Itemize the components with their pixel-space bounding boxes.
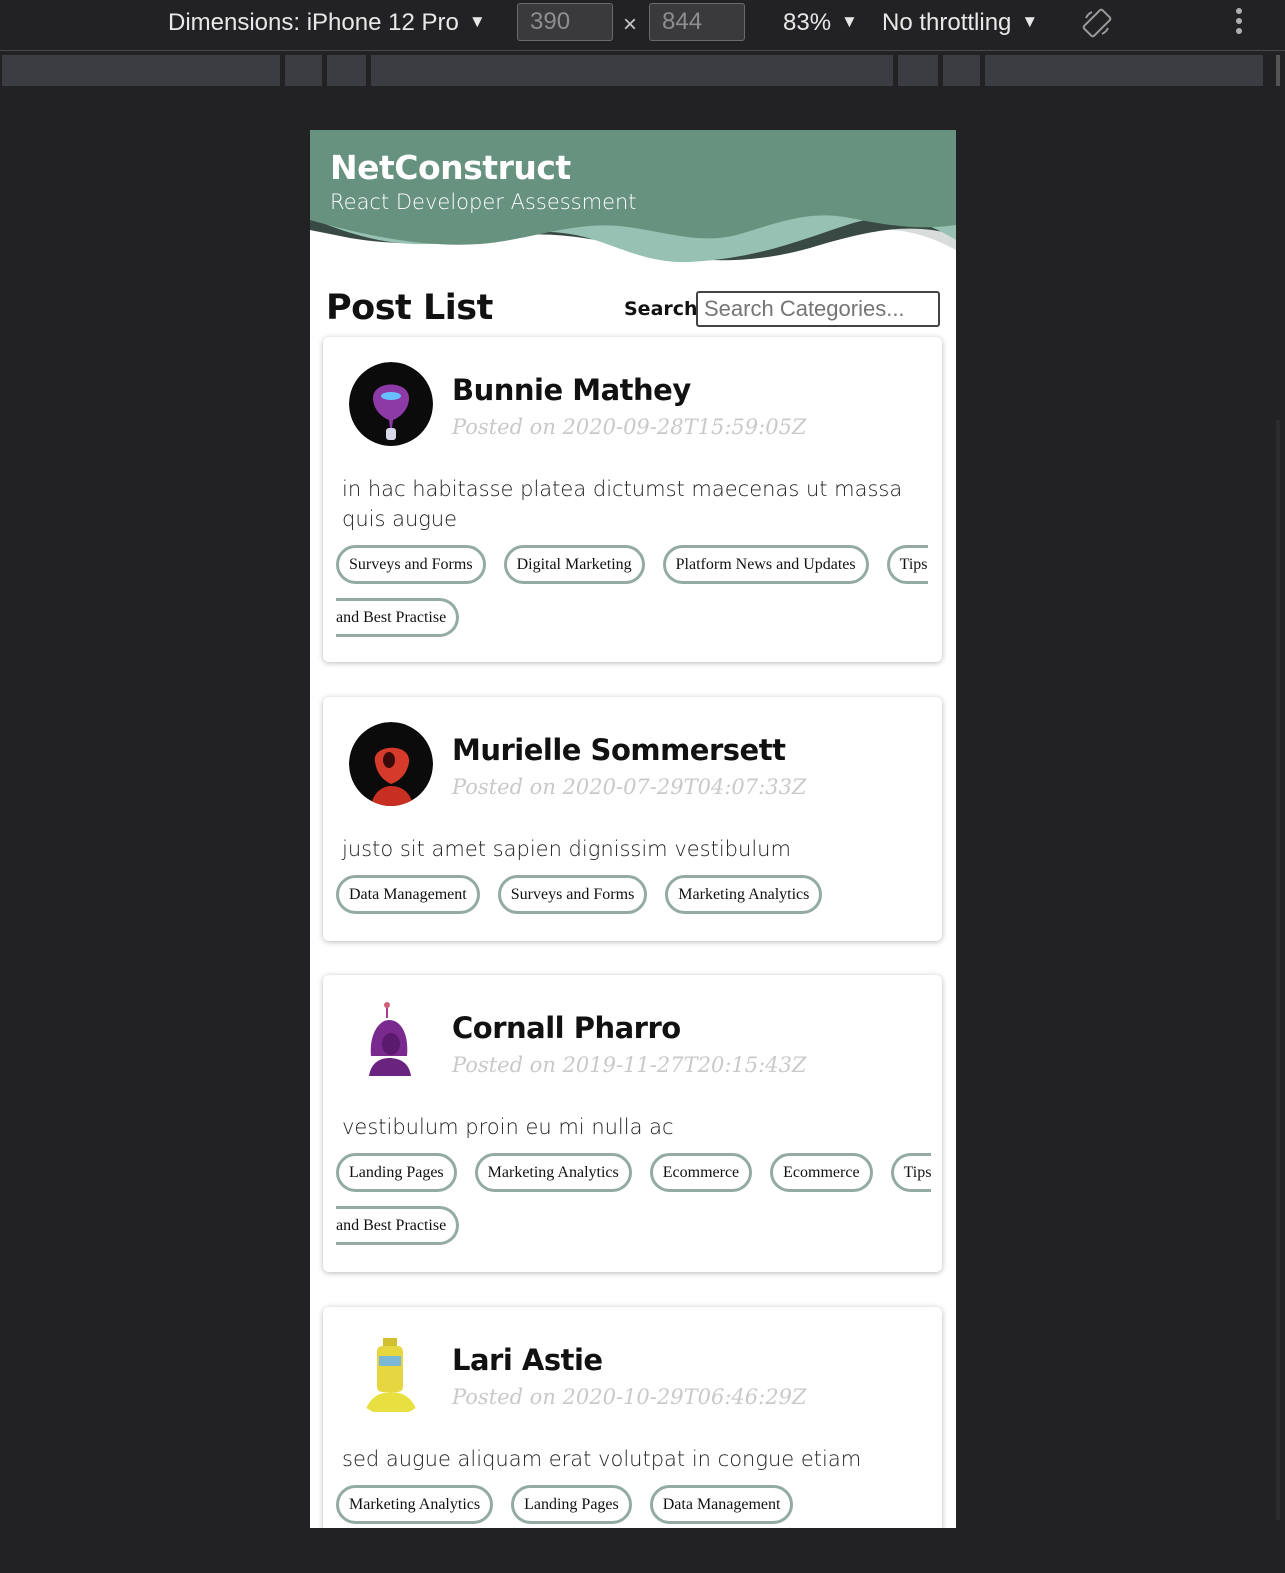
rotate-device-icon[interactable] [1082,8,1112,38]
category-tag[interactable]: Ecommerce [770,1153,873,1192]
post-author: Cornall Pharro [452,1011,681,1045]
dropdown-arrow-icon: ▼ [841,12,858,31]
post-date: Posted on 2019-11-27T20:15:43Z [452,1053,807,1077]
search-input[interactable] [696,291,940,327]
category-tag[interactable]: Digital Marketing [503,545,645,584]
author-avatar [349,362,433,446]
post-author: Lari Astie [452,1343,603,1377]
category-tag[interactable]: Marketing Analytics [336,1485,494,1524]
post-summary: sed augue aliquam erat volutpat in congu… [342,1447,862,1471]
media-query-segment[interactable] [898,55,938,86]
devtools-device-toolbar: Dimensions: iPhone 12 Pro ▼ 390 × 844 83%… [0,0,1285,51]
category-tag[interactable]: Marketing Analytics [474,1153,632,1192]
category-tag[interactable]: Surveys and Forms [336,545,486,584]
page-title: Post List [326,288,493,328]
device-height-input[interactable]: 844 [649,3,745,41]
search-label: Search: [624,298,706,320]
post-card: Lari Astie Posted on 2020-10-29T06:46:29… [323,1307,942,1528]
media-query-segment[interactable] [943,55,980,86]
device-viewport: NetConstruct React Developer Assessment … [310,130,956,1528]
category-tag[interactable]: Data Management [649,1485,794,1524]
post-author: Bunnie Mathey [452,373,691,407]
post-summary: justo sit amet sapien dignissim vestibul… [342,837,791,861]
post-summary: in hac habitasse platea dictumst maecena… [342,477,903,531]
dropdown-arrow-icon: ▼ [468,12,486,31]
zoom-label: 83% [783,9,832,36]
post-card: Bunnie Mathey Posted on 2020-09-28T15:59… [323,337,942,662]
times-icon: × [623,11,638,38]
site-header: NetConstruct React Developer Assessment [310,130,956,280]
post-date: Posted on 2020-09-28T15:59:05Z [452,415,807,439]
throttling-dropdown[interactable]: No throttling ▼ [882,9,1038,37]
category-list: Data Management Surveys and Forms Market… [336,868,936,921]
device-dimensions-dropdown[interactable]: Dimensions: iPhone 12 Pro ▼ [168,9,486,37]
more-options-icon[interactable] [1232,8,1246,42]
throttling-label: No throttling [882,9,1012,36]
device-width-input[interactable]: 390 [517,3,613,41]
category-tag[interactable]: Data Management [336,875,480,914]
media-query-bar[interactable] [0,55,1285,86]
category-tag[interactable]: Landing Pages [336,1153,457,1192]
category-tag[interactable]: Marketing Analytics [665,875,823,914]
post-date: Posted on 2020-07-29T04:07:33Z [452,775,807,799]
dropdown-arrow-icon: ▼ [1021,12,1039,31]
brand-title: NetConstruct [330,148,571,187]
scroll-marker [1276,55,1280,86]
post-card: Murielle Sommersett Posted on 2020-07-29… [323,697,942,941]
viewport-scrollbar[interactable] [1276,420,1280,1520]
category-tag[interactable]: Platform News and Updates [662,545,869,584]
category-list: Landing Pages Marketing Analytics Ecomme… [336,1146,936,1252]
category-tag[interactable]: Ecommerce [649,1153,753,1192]
category-list: Marketing Analytics Landing Pages Data M… [336,1478,936,1528]
media-query-segment[interactable] [371,55,893,86]
zoom-dropdown[interactable]: 83% ▼ [783,9,858,37]
post-summary: vestibulum proin eu mi nulla ac [342,1115,674,1139]
author-avatar [349,1000,433,1084]
brand-tagline: React Developer Assessment [330,190,637,214]
post-date: Posted on 2020-10-29T06:46:29Z [452,1385,807,1409]
media-query-segment[interactable] [285,55,322,86]
device-dimensions-label: Dimensions: iPhone 12 Pro [168,9,459,36]
post-author: Murielle Sommersett [452,733,786,767]
category-tag[interactable]: Landing Pages [511,1485,632,1524]
category-list: Surveys and Forms Digital Marketing Plat… [336,538,936,644]
post-card: Cornall Pharro Posted on 2019-11-27T20:1… [323,975,942,1272]
category-tag[interactable]: Surveys and Forms [497,875,648,914]
media-query-segment[interactable] [985,55,1263,86]
author-avatar [349,1332,433,1416]
author-avatar [349,722,433,806]
media-query-segment[interactable] [327,55,366,86]
media-query-segment[interactable] [2,55,280,86]
